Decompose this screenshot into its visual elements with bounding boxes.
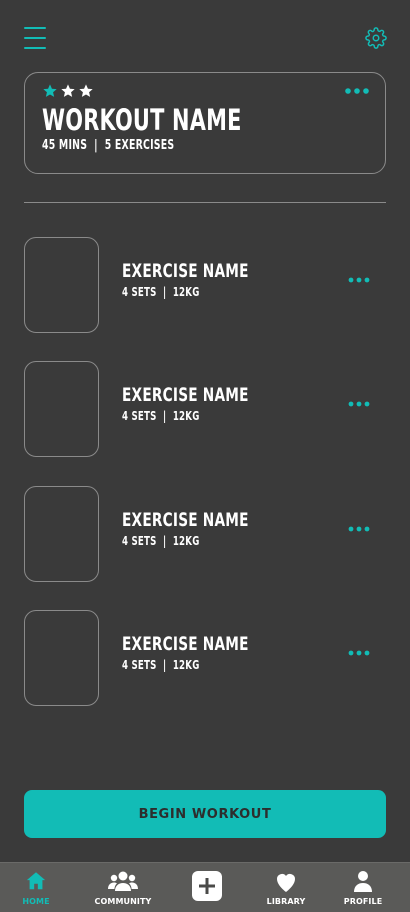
gear-icon[interactable] <box>365 27 387 49</box>
exercise-thumbnail <box>24 237 99 333</box>
more-dots-icon[interactable] <box>348 276 370 284</box>
nav-label: HOME <box>22 897 50 906</box>
bottom-nav: HOME COMMUNITY LIBRARY PROFILE <box>0 862 410 912</box>
more-dots-icon[interactable] <box>344 87 370 95</box>
more-dots-icon[interactable] <box>348 649 370 657</box>
star-icon <box>43 84 57 97</box>
workout-title: WORKOUT NAME <box>42 103 242 137</box>
divider <box>24 202 386 203</box>
nav-label: LIBRARY <box>266 897 306 906</box>
exercise-meta: 4 SETS | 12KG <box>122 658 200 672</box>
star-icon <box>79 84 93 97</box>
exercise-name: EXERCISE NAME <box>122 633 249 655</box>
exercise-thumbnail <box>24 486 99 582</box>
exercise-thumbnail <box>24 361 99 457</box>
profile-icon <box>354 871 372 892</box>
top-bar <box>0 0 410 74</box>
hamburger-menu-icon[interactable] <box>24 27 46 49</box>
exercise-meta: 4 SETS | 12KG <box>122 534 200 548</box>
exercise-name: EXERCISE NAME <box>122 260 249 282</box>
nav-label: COMMUNITY <box>94 897 152 906</box>
exercise-thumbnail <box>24 610 99 706</box>
nav-item-add[interactable] <box>172 863 242 912</box>
workout-card[interactable]: WORKOUT NAME 45 MINS | 5 EXERCISES <box>24 72 386 174</box>
workout-duration: 45 MINS <box>42 138 88 153</box>
exercise-meta: 4 SETS | 12KG <box>122 285 200 299</box>
exercise-row[interactable]: EXERCISE NAME 4 SETS | 12KG <box>24 486 386 582</box>
workout-meta: 45 MINS | 5 EXERCISES <box>42 138 175 153</box>
begin-workout-button[interactable]: BEGIN WORKOUT <box>24 790 386 838</box>
more-dots-icon[interactable] <box>348 400 370 408</box>
exercise-name: EXERCISE NAME <box>122 384 249 406</box>
home-icon <box>26 872 46 890</box>
heart-icon <box>277 874 295 892</box>
star-icon <box>61 84 75 97</box>
more-dots-icon[interactable] <box>348 525 370 533</box>
exercise-meta: 4 SETS | 12KG <box>122 409 200 423</box>
exercise-row[interactable]: EXERCISE NAME 4 SETS | 12KG <box>24 610 386 706</box>
nav-item-community[interactable]: COMMUNITY <box>88 863 158 912</box>
community-icon <box>108 871 138 891</box>
workout-rating <box>42 83 94 99</box>
workout-exercise-count: 5 EXERCISES <box>104 138 175 153</box>
exercise-row[interactable]: EXERCISE NAME 4 SETS | 12KG <box>24 361 386 457</box>
nav-item-home[interactable]: HOME <box>1 863 71 912</box>
nav-label: PROFILE <box>343 897 383 906</box>
exercise-row[interactable]: EXERCISE NAME 4 SETS | 12KG <box>24 237 386 333</box>
add-icon <box>192 871 222 901</box>
nav-item-profile[interactable]: PROFILE <box>328 863 398 912</box>
exercise-name: EXERCISE NAME <box>122 509 249 531</box>
nav-item-library[interactable]: LIBRARY <box>251 863 321 912</box>
